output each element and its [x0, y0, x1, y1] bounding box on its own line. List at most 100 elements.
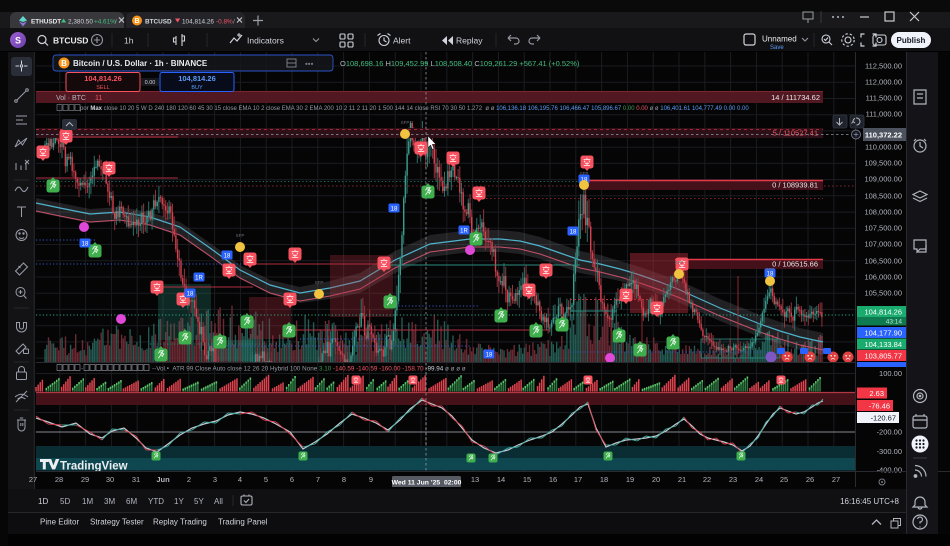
svg-text:-76.46: -76.46	[869, 402, 890, 411]
svg-text:O108,698.16 H109,452.99 L108,5: O108,698.16 H109,452.99 L108,508.40 C109…	[340, 59, 580, 68]
svg-text:9: 9	[369, 475, 373, 484]
svg-text:SELL: SELL	[96, 85, 109, 91]
svg-text:103,805.77: 103,805.77	[864, 352, 902, 361]
svg-text:2,380.50: 2,380.50	[68, 19, 93, 26]
svg-text:8: 8	[342, 475, 346, 484]
svg-text:Unnamed: Unnamed	[762, 35, 797, 44]
svg-text:16:16:45 UTC+8: 16:16:45 UTC+8	[840, 497, 899, 506]
svg-text:112,000.00: 112,000.00	[865, 78, 902, 87]
svg-text:108,000.00: 108,000.00	[864, 208, 902, 217]
svg-text:Replay: Replay	[456, 36, 483, 46]
svg-text:27: 27	[29, 475, 37, 484]
svg-text:All: All	[214, 497, 223, 506]
svg-text:104,814.26: 104,814.26	[178, 74, 216, 83]
svg-text:112,500.00: 112,500.00	[865, 62, 902, 71]
svg-text:14: 14	[497, 475, 505, 484]
svg-text:Wed 11 Jun ’25 02:00: Wed 11 Jun ’25 02:00	[392, 480, 462, 487]
svg-text:7: 7	[316, 475, 320, 484]
svg-text:14 / 111734.62: 14 / 111734.62	[771, 93, 820, 102]
svg-text:18: 18	[570, 229, 577, 235]
svg-text:Pine Editor: Pine Editor	[40, 518, 79, 527]
svg-text:1D: 1D	[38, 497, 48, 506]
svg-text:18: 18	[187, 291, 194, 297]
svg-text:29: 29	[81, 475, 89, 484]
svg-text:6: 6	[290, 475, 294, 484]
svg-text:104,177.90: 104,177.90	[864, 329, 902, 338]
svg-text:27: 27	[832, 475, 840, 484]
svg-text:21: 21	[678, 475, 686, 484]
svg-text:SFP: SFP	[315, 280, 324, 285]
svg-text:1M: 1M	[82, 497, 93, 506]
svg-text:Trading Panel: Trading Panel	[218, 518, 268, 527]
svg-text:30: 30	[106, 475, 114, 484]
svg-text:Bitcoin / U.S. Dollar · 1h · B: Bitcoin / U.S. Dollar · 1h · BINANCE	[73, 59, 208, 68]
svg-text:SFP: SFP	[236, 233, 245, 238]
svg-text:SFP: SFP	[766, 267, 775, 272]
svg-text:1R: 1R	[195, 275, 203, 281]
svg-text:104,133.84: 104,133.84	[864, 340, 902, 349]
svg-text:0 / 106515.66: 0 / 106515.66	[772, 260, 818, 269]
svg-text:ETHUSDT: ETHUSDT	[31, 19, 61, 26]
svg-text:YTD: YTD	[148, 497, 164, 506]
svg-text:--Vol.• ATR 99 Close Auto clo: --Vol.• ATR 99 Close Auto close 12 26 20…	[152, 366, 466, 373]
svg-text:104,814.26: 104,814.26	[84, 74, 122, 83]
svg-text:104,814.26: 104,814.26	[182, 19, 214, 26]
svg-text:Publish: Publish	[897, 36, 926, 45]
svg-text:-400.00: -400.00	[877, 466, 902, 475]
svg-text:18: 18	[391, 206, 398, 212]
svg-text:Strategy Tester: Strategy Tester	[90, 518, 144, 527]
svg-text:2: 2	[187, 475, 191, 484]
svg-text:109,500.00: 109,500.00	[864, 159, 902, 168]
svg-text:0 / 108939.81: 0 / 108939.81	[772, 181, 818, 190]
svg-text:16: 16	[549, 475, 557, 484]
svg-text:-300.00: -300.00	[877, 447, 902, 456]
svg-text:B: B	[61, 59, 67, 68]
svg-text:6M: 6M	[126, 497, 137, 506]
svg-text:BUY: BUY	[191, 85, 203, 91]
svg-text:SFP: SFP	[675, 260, 684, 265]
svg-text:15: 15	[523, 475, 531, 484]
svg-text:106,500.00: 106,500.00	[864, 257, 902, 266]
svg-text:24: 24	[755, 475, 763, 484]
svg-text:106,000.00: 106,000.00	[864, 273, 902, 282]
svg-text:5D: 5D	[60, 497, 70, 506]
svg-text:28: 28	[55, 475, 63, 484]
svg-text:111,000.00: 111,000.00	[866, 110, 902, 119]
svg-text:22: 22	[703, 475, 711, 484]
svg-text:104,814.26: 104,814.26	[864, 308, 902, 317]
svg-text:-200.00: -200.00	[877, 428, 902, 437]
svg-text:107,500.00: 107,500.00	[864, 224, 902, 233]
svg-text:13: 13	[471, 475, 479, 484]
svg-text:26: 26	[806, 475, 814, 484]
svg-text:Jun: Jun	[156, 475, 170, 484]
svg-text:110,372.22: 110,372.22	[865, 131, 902, 140]
svg-text:•••: •••	[305, 60, 314, 69]
svg-text:11: 11	[95, 95, 102, 102]
svg-text:25: 25	[780, 475, 788, 484]
svg-text:B: B	[134, 18, 139, 25]
svg-text:31: 31	[132, 475, 140, 484]
svg-text:18: 18	[224, 253, 231, 259]
svg-text:43:14: 43:14	[886, 319, 903, 326]
svg-text:19: 19	[626, 475, 634, 484]
svg-text:+4.61%: +4.61%	[94, 19, 116, 26]
svg-text:18: 18	[486, 352, 493, 358]
svg-text:por Max close 10 20 5 W D 240: por Max close 10 20 5 W D 240 180 120 60…	[80, 106, 749, 112]
svg-text:-120.67: -120.67	[871, 414, 896, 423]
svg-text:BTCUSD: BTCUSD	[145, 19, 172, 26]
svg-text:23: 23	[729, 475, 737, 484]
svg-text:BTCUSD: BTCUSD	[53, 36, 88, 46]
svg-text:5: 5	[264, 475, 268, 484]
svg-text:105,500.00: 105,500.00	[864, 289, 902, 298]
svg-text:1h: 1h	[124, 36, 134, 46]
svg-text:4: 4	[238, 475, 242, 484]
svg-text:S: S	[15, 36, 21, 46]
svg-text:2.63: 2.63	[869, 389, 884, 398]
svg-text:18: 18	[600, 475, 608, 484]
svg-text:-0.8%: -0.8%	[216, 19, 233, 26]
svg-text:18: 18	[82, 241, 89, 247]
svg-text:Save: Save	[770, 45, 784, 51]
svg-text:1Y: 1Y	[174, 497, 184, 506]
svg-text:109,000.00: 109,000.00	[864, 175, 902, 184]
svg-text:/: /	[115, 19, 117, 26]
